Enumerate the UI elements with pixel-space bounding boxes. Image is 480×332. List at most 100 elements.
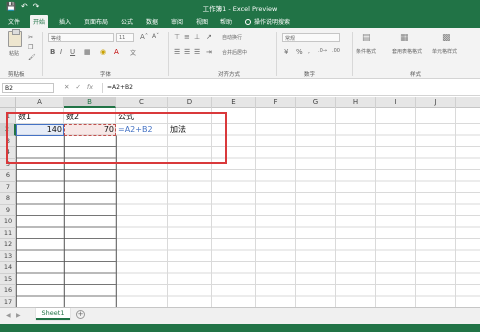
add-sheet-icon[interactable]: + <box>76 310 85 319</box>
comma-icon[interactable]: , <box>308 48 310 55</box>
percent-icon[interactable]: % <box>296 48 303 56</box>
cell-c1[interactable]: 公式 <box>116 110 136 124</box>
font-color-icon[interactable]: A <box>114 48 119 56</box>
row-header-3[interactable]: 3 <box>0 136 16 147</box>
insert-function-icon[interactable]: fx <box>87 83 93 91</box>
row-header-5[interactable]: 5 <box>0 159 16 170</box>
cell-styles-icon[interactable]: ▩ <box>442 33 451 43</box>
bold-icon[interactable]: B <box>50 48 55 56</box>
decrease-font-icon[interactable]: Aˇ <box>152 33 159 40</box>
align-left-icon[interactable]: ☰ <box>174 48 180 56</box>
decrease-decimal-icon[interactable]: .00 <box>332 48 340 54</box>
underline-icon[interactable]: U <box>70 48 75 56</box>
row-header-17[interactable]: 17 <box>0 297 16 308</box>
conditional-format-icon[interactable]: ▤ <box>362 33 371 43</box>
column-header-a[interactable]: A <box>16 97 64 108</box>
orientation-icon[interactable]: ↗ <box>206 33 212 41</box>
row-header-8[interactable]: 8 <box>0 193 16 205</box>
enter-icon[interactable]: ✓ <box>75 83 80 91</box>
phonetic-icon[interactable]: 文 <box>130 48 136 57</box>
cancel-icon[interactable]: ✕ <box>64 83 69 91</box>
tell-me-label: 操作说明搜索 <box>254 19 291 26</box>
column-header-f[interactable]: F <box>256 97 296 108</box>
align-right-icon[interactable]: ☰ <box>194 48 200 56</box>
formula-bar: B2 ✕ ✓ fx =A2+B2 <box>0 80 480 96</box>
sheet-tab-sheet1[interactable]: Sheet1 <box>36 308 70 320</box>
cut-icon[interactable]: ✂ <box>28 34 33 41</box>
align-center-icon[interactable]: ☰ <box>184 48 190 56</box>
conditional-format-button[interactable]: 条件格式 <box>356 48 376 55</box>
tab-data[interactable]: 数据 <box>146 17 158 26</box>
next-sheet-icon[interactable]: ▶ <box>16 312 21 319</box>
tab-home[interactable]: 开始 <box>30 15 49 28</box>
font-size-value: 11 <box>119 35 126 41</box>
row-header-9[interactable]: 9 <box>0 205 16 216</box>
row-header-10[interactable]: 10 <box>0 216 16 228</box>
paste-icon[interactable] <box>8 29 22 47</box>
border-icon[interactable]: ▦ <box>84 48 91 56</box>
cell-b1[interactable]: 数2 <box>64 110 81 124</box>
cell-grid[interactable]: 数1 数2 公式 140 70 =A2+B2 加法 <box>16 108 480 307</box>
align-middle-icon[interactable]: ≡ <box>184 33 190 41</box>
column-header-b[interactable]: B <box>64 97 116 108</box>
row-header-16[interactable]: 16 <box>0 285 16 297</box>
paste-label: 粘贴 <box>9 51 20 57</box>
row-header-12[interactable]: 12 <box>0 239 16 251</box>
tab-page-layout[interactable]: 页面布局 <box>84 17 108 26</box>
italic-icon[interactable]: I <box>60 48 62 56</box>
copy-icon[interactable]: ❐ <box>28 44 33 51</box>
merge-center-button[interactable]: 合并后居中 <box>222 49 247 56</box>
table-format-icon[interactable]: ▦ <box>400 33 409 43</box>
row-header-4[interactable]: 4 <box>0 147 16 159</box>
lightbulb-icon <box>245 19 251 25</box>
row-header-1[interactable]: 1 <box>0 108 16 124</box>
column-header-j[interactable]: J <box>416 97 456 108</box>
name-box[interactable]: B2 <box>2 83 54 93</box>
font-name-select[interactable]: 等线 <box>48 33 114 42</box>
tab-help[interactable]: 帮助 <box>220 17 232 26</box>
cell-styles-button[interactable]: 单元格样式 <box>432 48 457 55</box>
format-painter-icon[interactable]: 🖌 <box>28 54 36 61</box>
column-header-c[interactable]: C <box>116 97 168 108</box>
formula-input[interactable]: =A2+B2 <box>102 83 478 93</box>
tab-view[interactable]: 视图 <box>196 17 208 26</box>
tab-formulas[interactable]: 公式 <box>121 17 133 26</box>
row-header-2[interactable]: 2 <box>0 124 16 136</box>
tab-insert[interactable]: 插入 <box>59 17 71 26</box>
number-format-select[interactable]: 常规 <box>282 33 340 42</box>
cell-d2[interactable]: 加法 <box>168 123 188 137</box>
currency-icon[interactable]: ¥ <box>284 48 288 56</box>
increase-font-icon[interactable]: Aˆ <box>140 33 148 41</box>
increase-decimal-icon[interactable]: .0→ <box>318 48 327 54</box>
cell-c2[interactable]: =A2+B2 <box>116 123 155 137</box>
cell-a2[interactable]: 140 <box>16 123 64 137</box>
cell-a1[interactable]: 数1 <box>16 110 33 124</box>
row-header-14[interactable]: 14 <box>0 262 16 274</box>
align-top-icon[interactable]: ⊤ <box>174 33 180 41</box>
row-header-11[interactable]: 11 <box>0 228 16 239</box>
align-bottom-icon[interactable]: ⊥ <box>194 33 200 41</box>
cell-b2[interactable]: 70 <box>64 123 116 137</box>
row-header-15[interactable]: 15 <box>0 274 16 285</box>
fill-color-icon[interactable]: ◉ <box>100 48 106 56</box>
select-all-corner[interactable] <box>0 97 16 108</box>
indent-icon[interactable]: ⇥ <box>206 48 212 56</box>
ribbon-divider <box>42 32 43 76</box>
table-format-button[interactable]: 套用表格格式 <box>392 48 422 55</box>
column-header-g[interactable]: G <box>296 97 336 108</box>
column-header-h[interactable]: H <box>336 97 376 108</box>
wrap-text-button[interactable]: 自动换行 <box>222 34 242 41</box>
tell-me-search[interactable]: 操作说明搜索 <box>245 17 290 26</box>
column-header-e[interactable]: E <box>212 97 256 108</box>
group-label-styles: 样式 <box>410 72 422 78</box>
worksheet: ABCDEFGHIJ 1 2 3 4 5 6 7 8 9 10 11 12 13 14 15 16 17 数1 数… <box>0 97 480 307</box>
column-header-i[interactable]: I <box>376 97 416 108</box>
tab-review[interactable]: 审阅 <box>171 17 183 26</box>
tab-file[interactable]: 文件 <box>8 17 20 26</box>
font-size-select[interactable]: 11 <box>116 33 134 42</box>
row-header-7[interactable]: 7 <box>0 182 16 193</box>
row-header-13[interactable]: 13 <box>0 251 16 262</box>
row-header-6[interactable]: 6 <box>0 170 16 182</box>
prev-sheet-icon[interactable]: ◀ <box>6 312 11 319</box>
column-header-d[interactable]: D <box>168 97 212 108</box>
